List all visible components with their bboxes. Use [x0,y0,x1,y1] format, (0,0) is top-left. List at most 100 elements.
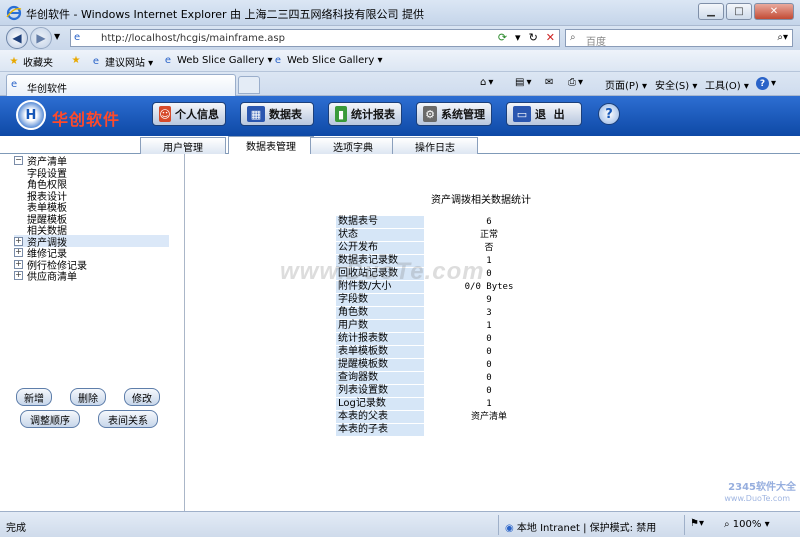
table-icon: ▦ [247,106,265,122]
forward-arrow-icon: ▶ [36,31,46,45]
exit-icon: ▭ [513,106,531,122]
add-favorite-button[interactable]: ★ [70,54,82,66]
print-icon: ⎙ [568,77,576,88]
tab-label: 选项字典 [333,142,373,154]
close-button[interactable]: ✕ [754,3,794,20]
stats-value: 1 [486,399,492,409]
tab-user-management[interactable]: 用户管理 [140,137,226,154]
favorite-link-suggested[interactable]: e 建议网站 ▾ [90,54,153,69]
stop-icon[interactable]: ✕ [546,31,555,44]
home-button[interactable]: ⌂ ▾ [480,77,493,88]
stats-value: 0 [486,347,492,357]
window-title: 华创软件 - Windows Internet Explorer 由 上海二三四… [26,8,425,21]
forward-button[interactable]: ▶ [30,27,52,49]
personal-info-button[interactable]: ☺ 个人信息 [152,102,226,126]
new-tab-button[interactable] [238,76,260,94]
zoom-level: 100% [732,519,762,530]
tools-menu[interactable]: 工具(O) ▾ [705,77,749,92]
tree-item-supplier-list[interactable]: + 供应商清单 [14,269,77,283]
expand-icon[interactable]: + [14,236,23,246]
delete-button[interactable]: 删除 [70,388,106,406]
expand-icon[interactable]: + [14,259,23,269]
stats-row: 数据表号 6 [336,216,554,229]
stats-value [424,424,554,437]
ie-page-icon: e [274,54,282,66]
print-button[interactable]: ⎙ ▾ [568,77,583,88]
stats-key: 数据表号 [336,216,424,228]
stats-key: 统计报表数 [336,333,424,345]
help-menu[interactable]: ? ▾ [756,77,776,90]
favorite-link-webslice-2[interactable]: e Web Slice Gallery ▾ [272,54,383,66]
stats-report-button[interactable]: ▮ 统计报表 [328,102,402,126]
ie-page-icon: e [92,56,100,67]
watermark-text: www.DuoTe.com [280,258,485,285]
stats-key: Log记录数 [336,398,424,410]
stats-key: 列表设置数 [336,385,424,397]
table-relations-button[interactable]: 表间关系 [98,410,158,428]
feeds-button[interactable]: ▤ ▾ [515,77,531,88]
expand-icon[interactable]: + [14,247,23,257]
tab-option-dictionary[interactable]: 选项字典 [310,137,396,154]
stats-row: 统计报表数 0 [336,333,554,346]
nav-history-dropdown-icon[interactable]: ▼ [54,32,60,41]
feeds-icon: ▤ [515,77,525,88]
compat-view-icon[interactable]: ⟳ [498,31,507,44]
favorites-label: 收藏夹 [23,58,53,69]
tab-operation-log[interactable]: 操作日志 [392,137,478,154]
favorites-button[interactable]: ★ 收藏夹 [8,54,53,69]
collapse-icon[interactable]: − [14,155,23,165]
add-favorite-icon: ★ [71,54,81,66]
ie-page-icon: e [164,54,172,66]
reorder-button[interactable]: 调整顺序 [20,410,80,428]
stats-value: 0 [486,373,492,383]
minimize-button[interactable]: ▁ [698,3,724,20]
stats-row: 查询器数 0 [336,372,554,385]
logout-button[interactable]: ▭ 退 出 [506,102,582,126]
tab-data-table-management[interactable]: 数据表管理 [228,136,314,154]
page-icon: e [74,32,81,43]
mail-button[interactable]: ✉ [545,77,553,88]
edit-button[interactable]: 修改 [124,388,160,406]
expand-icon[interactable]: + [14,270,23,280]
stats-value: 0 [486,334,492,344]
search-field[interactable]: ⌕ 百度 ⌕▾ [565,29,793,48]
app-header: H 华创软件 ☺ 个人信息 ▦ 数据表 ▮ 统计报表 ⚙ 系统管理 ▭ 退 出 … [0,96,800,136]
zoom-icon: ⌕ [724,519,730,530]
add-button[interactable]: 新增 [16,388,52,406]
stats-key: 公开发布 [336,242,424,254]
stats-row: Log记录数 1 [336,398,554,411]
page-menu-label: 页面(P) ▾ [605,81,648,92]
safety-menu[interactable]: 安全(S) ▾ [655,77,697,92]
browser-tab[interactable]: e 华创软件 [6,74,236,96]
security-zone[interactable]: ◉ 本地 Intranet | 保护模式: 禁用 [505,519,656,534]
maximize-button[interactable]: □ [726,3,752,20]
address-bar: ◀ ▶ ▼ e http://localhost/hcgis/mainframe… [0,26,800,50]
address-dropdown-icon[interactable]: ▾ [515,31,521,44]
page-menu[interactable]: 页面(P) ▾ [605,77,647,92]
zoom-control[interactable]: ⌕ 100% ▾ [724,519,770,530]
system-admin-label: 系统管理 [441,108,485,121]
data-table-label: 数据表 [269,108,302,121]
stats-key: 本表的父表 [336,411,424,423]
app-brand: 华创软件 [52,110,121,129]
tools-menu-label: 工具(O) ▾ [705,81,749,92]
stats-key: 查询器数 [336,372,424,384]
system-admin-button[interactable]: ⚙ 系统管理 [416,102,492,126]
help-icon: ? [756,77,769,90]
app-logo: H [16,100,46,130]
tab-label: 数据表管理 [246,142,296,153]
back-button[interactable]: ◀ [6,27,28,49]
favorite-link-webslice-1[interactable]: e Web Slice Gallery ▾ [162,54,273,66]
stats-value: 3 [486,308,492,318]
stats-row: 字段数 9 [336,294,554,307]
search-icon[interactable]: ⌕▾ [777,32,788,43]
search-placeholder: 百度 [586,37,606,48]
protected-mode-icon[interactable]: ⚑▾ [690,518,704,529]
stats-value: 否 [484,243,494,253]
data-table-button[interactable]: ▦ 数据表 [240,102,314,126]
stats-row: 本表的父表 资产清单 [336,411,554,424]
app-help-button[interactable]: ? [598,103,620,125]
address-field[interactable]: e http://localhost/hcgis/mainframe.asp ⟳… [70,29,560,47]
refresh-icon[interactable]: ↻ [529,31,538,44]
favorite-label: 建议网站 ▾ [105,58,154,69]
